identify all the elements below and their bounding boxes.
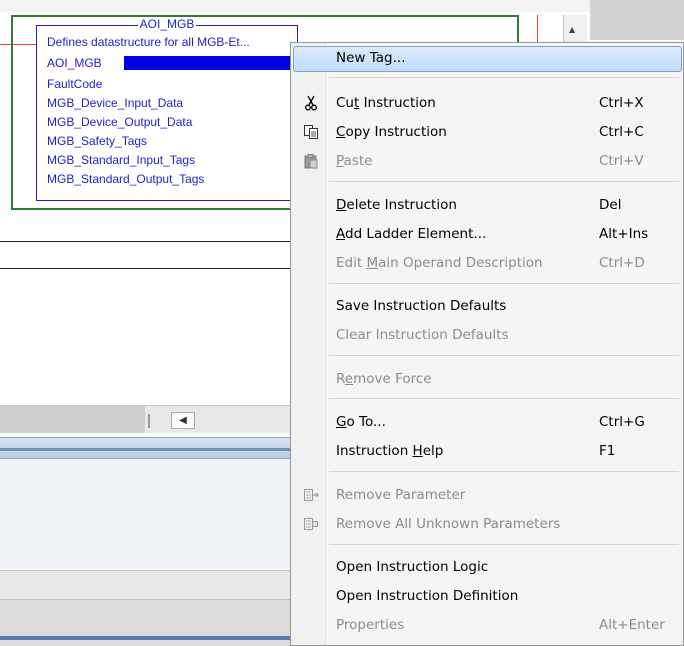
menu-item-label: Copy Instruction [336,124,447,140]
menu-item-label: Clear Instruction Defaults [336,327,509,343]
menu-shortcut: Ctrl+X [599,95,644,111]
aoi-parameter: MGB_Device_Input_Data [47,96,184,110]
menu-shortcut: Ctrl+C [599,124,644,140]
menu-item-copy-instruction[interactable]: Copy Instruction Ctrl+C [293,120,682,146]
menu-item-label: Delete Instruction [336,197,457,213]
scrollbar-track[interactable] [0,406,145,433]
status-border [0,636,295,640]
menu-item-open-instruction-logic[interactable]: Open Instruction Logic [293,555,682,581]
menu-item-label: Properties [336,617,405,633]
menu-item-label: Remove All Unknown Parameters [336,516,561,532]
menu-shortcut: Del [599,197,622,213]
menu-item-add-ladder-element[interactable]: Add Ladder Element... Alt+Ins [293,222,682,248]
menu-shortcut: F1 [599,443,616,459]
pane-splitter-line [0,448,295,451]
menu-shortcut: Alt+Ins [599,226,649,242]
menu-shortcut: Alt+Enter [599,617,665,633]
menu-item-label: Open Instruction Logic [336,559,489,575]
menu-item-label: Cut Instruction [336,95,436,111]
rung-divider [0,241,300,242]
menu-separator [329,355,679,356]
menu-separator [329,471,679,472]
scroll-left-icon[interactable]: ◀ [171,412,195,429]
horizontal-scrollbar[interactable]: ◀ [0,405,295,433]
menu-shortcut: Ctrl+V [599,153,644,169]
menu-separator [329,181,679,182]
menu-item-clear-instruction-defaults[interactable]: Clear Instruction Defaults [293,323,682,349]
menu-item-properties[interactable]: Properties Alt+Enter [293,613,682,639]
menu-item-remove-force[interactable]: Remove Force [293,367,682,393]
bottom-pane [0,459,295,569]
vertical-scrollbar[interactable]: ▲ [563,15,587,45]
aoi-tag-name[interactable]: AOI_MGB [47,56,102,70]
menu-item-remove-all-unknown-parameters[interactable]: Remove All Unknown Parameters [293,512,682,538]
menu-separator [329,398,679,399]
menu-item-paste[interactable]: Paste Ctrl+V [293,149,682,175]
scrollbar-grip[interactable] [148,414,150,428]
menu-item-go-to[interactable]: Go To... Ctrl+G [293,410,682,436]
menu-item-label: Paste [336,153,373,169]
menu-shortcut: Ctrl+G [599,414,645,430]
copy-icon [303,124,319,140]
remove-parameter-icon [303,487,319,503]
menu-item-label: Edit Main Operand Description [336,255,543,271]
context-menu: New Tag... Cut Instruction Ctrl+X Copy I… [290,42,684,646]
menu-item-label: Open Instruction Definition [336,588,519,604]
editor-top-strip [0,0,590,12]
aoi-description: Defines datastructure for all MGB-Et... [47,35,250,49]
menu-item-open-instruction-definition[interactable]: Open Instruction Definition [293,584,682,610]
menu-item-remove-parameter[interactable]: Remove Parameter [293,483,682,509]
menu-item-cut-instruction[interactable]: Cut Instruction Ctrl+X [293,91,682,117]
menu-shortcut: Ctrl+D [599,255,645,271]
aoi-parameter: MGB_Standard_Output_Tags [47,172,205,186]
operand-edit-field[interactable] [124,56,294,70]
rung-wire [0,268,300,269]
bottom-toolbar [0,570,295,600]
menu-item-label: Save Instruction Defaults [336,298,507,314]
aoi-title: AOI_MGB [137,17,197,31]
aoi-parameter: FaultCode [47,77,103,91]
menu-separator [329,283,679,284]
rung-marker-line [537,15,538,45]
aoi-parameter: MGB_Safety_Tags [47,134,148,148]
scroll-up-icon[interactable]: ▲ [569,25,575,34]
menu-item-label: Add Ladder Element... [336,226,487,242]
scissors-icon [303,95,319,111]
menu-item-label: New Tag... [336,50,406,66]
menu-item-save-instruction-defaults[interactable]: Save Instruction Defaults [293,294,682,320]
menu-separator [329,77,679,78]
aoi-parameter: MGB_Standard_Input_Tags [47,153,196,167]
menu-item-delete-instruction[interactable]: Delete Instruction Del [293,193,682,219]
menu-item-label: Remove Parameter [336,487,466,503]
menu-item-label: Instruction Help [336,443,444,459]
menu-item-new-tag[interactable]: New Tag... [293,46,682,72]
paste-icon [303,153,319,169]
remove-all-parameters-icon [303,516,319,532]
menu-item-label: Remove Force [336,371,432,387]
aoi-parameter: MGB_Device_Output_Data [47,115,193,129]
editor-right-panel [590,0,684,40]
menu-item-label: Go To... [336,414,386,430]
menu-separator [329,544,679,545]
menu-item-instruction-help[interactable]: Instruction Help F1 [293,439,682,465]
menu-item-edit-main-operand[interactable]: Edit Main Operand Description Ctrl+D [293,251,682,277]
